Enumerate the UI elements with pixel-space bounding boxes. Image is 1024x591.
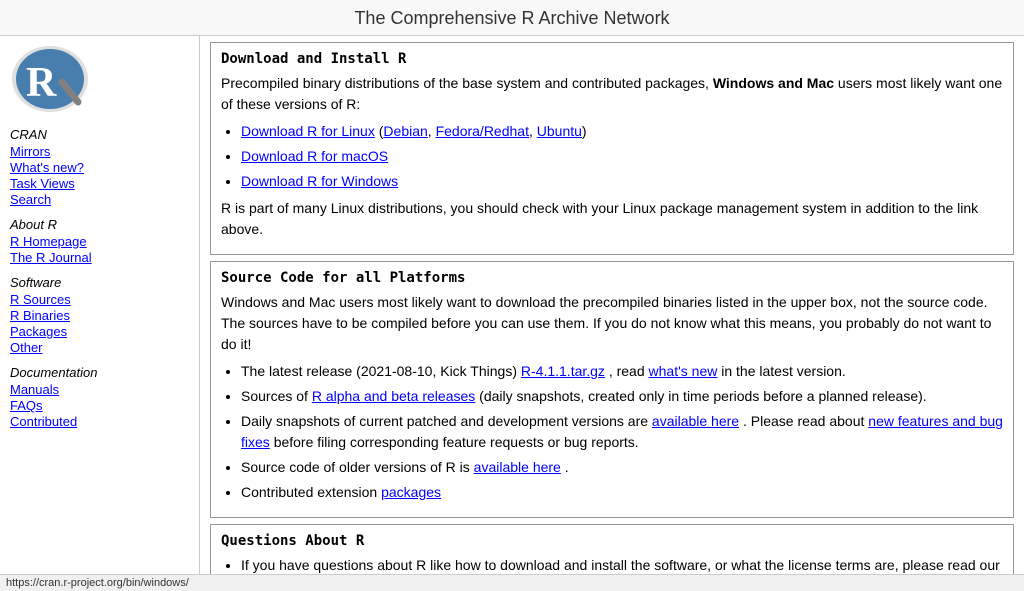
statusbar-url: https://cran.r-project.org/bin/windows/ (6, 577, 189, 589)
sidebar-link-packages[interactable]: Packages (10, 324, 189, 339)
download-links-list: Download R for Linux (Debian, Fedora/Red… (241, 121, 1003, 192)
questions-box-title: Questions About R (221, 533, 1003, 549)
source-item-1: The latest release (2021-08-10, Kick Thi… (241, 361, 1003, 382)
download-macos-link[interactable]: Download R for macOS (241, 148, 388, 164)
source-item-3: Daily snapshots of current patched and d… (241, 411, 1003, 453)
fedora-link[interactable]: Fedora/Redhat (436, 123, 529, 139)
debian-link[interactable]: Debian (383, 123, 427, 139)
sidebar-link-other[interactable]: Other (10, 340, 189, 355)
documentation-label: Documentation (10, 365, 189, 380)
sidebar-link-rjournal[interactable]: The R Journal (10, 250, 189, 265)
source-item-4: Source code of older versions of R is av… (241, 457, 1003, 478)
source-item-2: Sources of R alpha and beta releases (da… (241, 386, 1003, 407)
sidebar-link-rhomepage[interactable]: R Homepage (10, 234, 189, 249)
alpha-beta-link[interactable]: R alpha and beta releases (312, 388, 475, 404)
source-box: Source Code for all Platforms Windows an… (210, 261, 1014, 518)
sidebar: R CRAN Mirrors What's new? Task Views Se… (0, 36, 200, 574)
questions-list: If you have questions about R like how t… (241, 555, 1003, 574)
linux-list-item: Download R for Linux (Debian, Fedora/Red… (241, 121, 1003, 142)
packages-link[interactable]: packages (381, 484, 441, 500)
source-intro: Windows and Mac users most likely want t… (221, 292, 1003, 355)
questions-box: Questions About R If you have questions … (210, 524, 1014, 574)
download-box: Download and Install R Precompiled binar… (210, 42, 1014, 255)
macos-list-item: Download R for macOS (241, 146, 1003, 167)
sidebar-link-manuals[interactable]: Manuals (10, 382, 189, 397)
main-content: Download and Install R Precompiled binar… (200, 36, 1024, 574)
download-footer: R is part of many Linux distributions, y… (221, 198, 1003, 240)
source-box-title: Source Code for all Platforms (221, 270, 1003, 286)
sidebar-link-search[interactable]: Search (10, 192, 189, 207)
sidebar-link-taskviews[interactable]: Task Views (10, 176, 189, 191)
sidebar-link-rbinaries[interactable]: R Binaries (10, 308, 189, 323)
download-intro: Precompiled binary distributions of the … (221, 73, 1003, 115)
r-logo: R (10, 44, 189, 117)
about-r-label: About R (10, 217, 189, 232)
ubuntu-link[interactable]: Ubuntu (537, 123, 582, 139)
download-linux-link[interactable]: Download R for Linux (241, 123, 375, 139)
tarball-link[interactable]: R-4.1.1.tar.gz (521, 363, 605, 379)
sidebar-link-mirrors[interactable]: Mirrors (10, 144, 189, 159)
page-header: The Comprehensive R Archive Network (0, 0, 1024, 36)
windows-list-item: Download R for Windows (241, 171, 1003, 192)
page-title: The Comprehensive R Archive Network (354, 8, 669, 28)
sidebar-link-contributed[interactable]: Contributed (10, 414, 189, 429)
source-list: The latest release (2021-08-10, Kick Thi… (241, 361, 1003, 503)
svg-text:R: R (26, 60, 57, 106)
available-here-link-2[interactable]: available here (474, 459, 561, 475)
statusbar: https://cran.r-project.org/bin/windows/ (0, 574, 1024, 591)
cran-label: CRAN (10, 127, 189, 142)
download-box-title: Download and Install R (221, 51, 1003, 67)
whatsnew-link[interactable]: what's new (649, 363, 718, 379)
source-item-5: Contributed extension packages (241, 482, 1003, 503)
software-label: Software (10, 275, 189, 290)
available-here-link-1[interactable]: available here (652, 413, 739, 429)
download-windows-link[interactable]: Download R for Windows (241, 173, 398, 189)
sidebar-link-whatsnew[interactable]: What's new? (10, 160, 189, 175)
sidebar-link-faqs[interactable]: FAQs (10, 398, 189, 413)
sidebar-link-rsources[interactable]: R Sources (10, 292, 189, 307)
questions-item-1: If you have questions about R like how t… (241, 555, 1003, 574)
